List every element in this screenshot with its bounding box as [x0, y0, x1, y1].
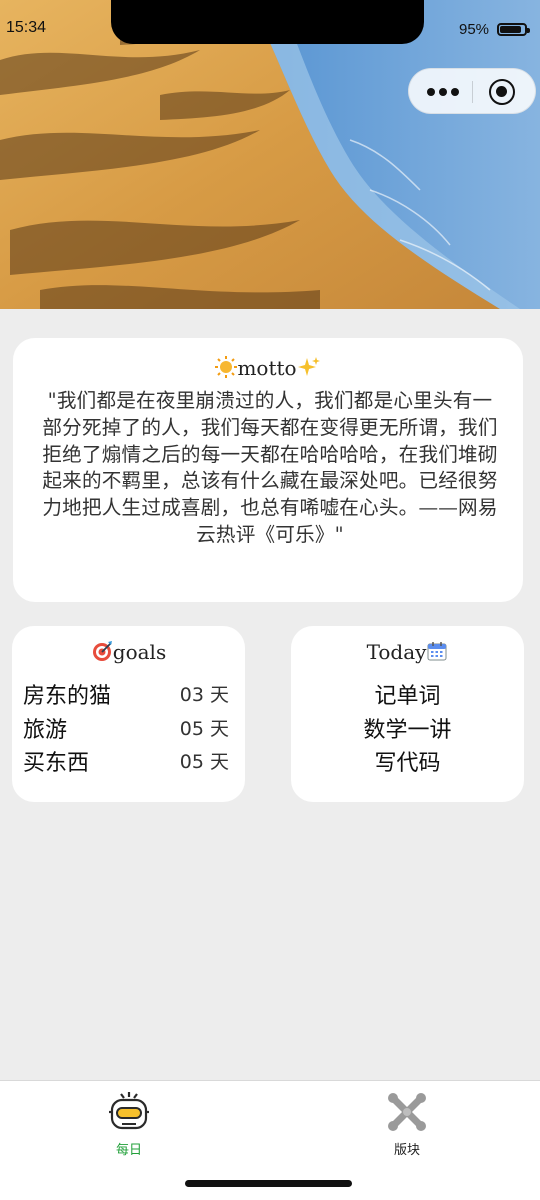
today-task: 写代码 [374, 751, 441, 776]
tab-blocks-label: 版块 [393, 1143, 420, 1158]
goal-days: 05 天 [179, 751, 229, 773]
goal-name: 房东的猫 [23, 684, 112, 709]
header-image [0, 0, 540, 309]
home-indicator[interactable] [185, 1180, 352, 1187]
today-card: Today 记单词 数学一讲 写代码 [291, 626, 524, 802]
robot-icon [109, 1092, 149, 1130]
goal-days: 05 天 [179, 718, 229, 740]
goal-item: 买东西 05 天 [23, 745, 229, 777]
motto-quote: "我们都是在夜里崩溃过的人，我们都是心里头有一部分死掉了的人，我们每天都在变得更… [42, 389, 498, 546]
battery-fill [500, 26, 521, 33]
calendar-emoji-icon [426, 640, 448, 667]
tab-daily-label: 每日 [115, 1143, 142, 1158]
goals-heading: goals [12, 640, 245, 667]
target-emoji-icon [91, 640, 113, 667]
goal-name: 旅游 [23, 718, 68, 743]
sparkles-emoji-icon [297, 356, 321, 383]
target-close-icon[interactable] [489, 79, 515, 105]
goal-days: 03 天 [179, 684, 229, 706]
device-notch [111, 0, 424, 44]
goal-name: 买东西 [23, 751, 90, 776]
status-time: 15:34 [6, 19, 47, 36]
motto-title: motto [237, 356, 297, 380]
today-task: 数学一讲 [363, 718, 452, 743]
motto-card: motto "我们都是在夜里崩溃过的人，我们都是心里头有一部分死掉了的人，我们每… [13, 338, 523, 602]
cross-tools-icon [388, 1093, 426, 1131]
today-task: 记单词 [374, 684, 441, 709]
battery-icon [497, 23, 530, 36]
more-dots-icon[interactable] [423, 79, 463, 103]
goals-title: goals [112, 640, 167, 664]
goals-card: goals 房东的猫 03 天 旅游 05 天 买东西 05 天 [12, 626, 245, 802]
capsule-divider [472, 81, 473, 103]
tab-blocks[interactable]: 版块 [357, 1087, 457, 1158]
sun-emoji-icon [215, 356, 238, 383]
today-heading: Today [291, 640, 524, 667]
miniprogram-capsule [408, 68, 536, 114]
desert-sea-illustration [0, 0, 540, 309]
battery-percent: 95% [459, 21, 490, 38]
tab-daily[interactable]: 每日 [79, 1087, 179, 1158]
today-title: Today [366, 640, 427, 664]
motto-heading: motto [13, 356, 523, 383]
goal-item: 旅游 05 天 [23, 712, 229, 744]
goal-item: 房东的猫 03 天 [23, 678, 229, 710]
